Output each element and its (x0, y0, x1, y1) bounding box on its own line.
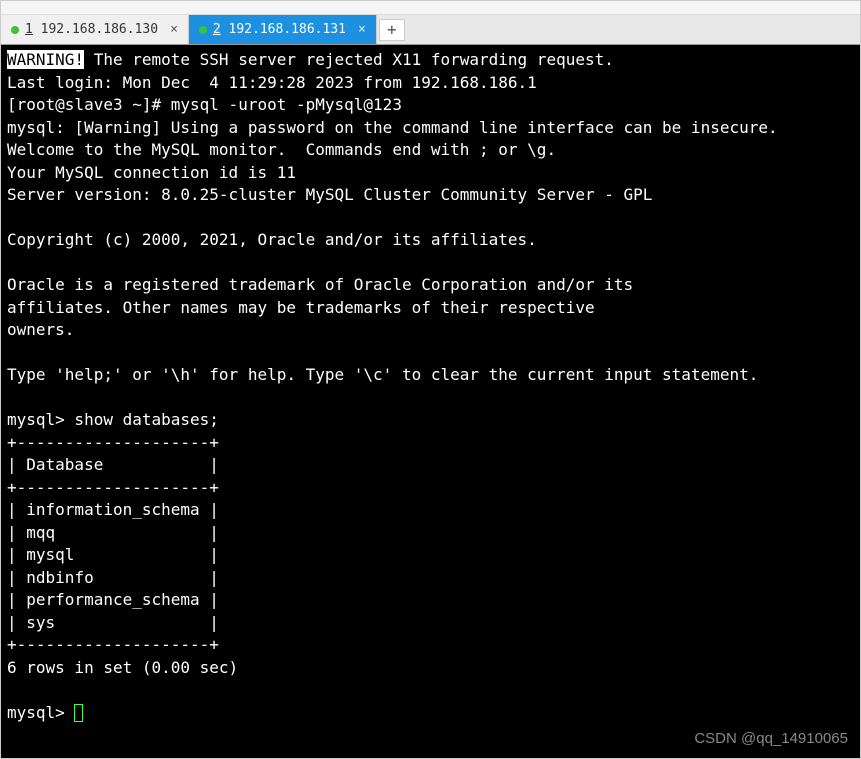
tab-1[interactable]: 1 192.168.186.130 × (1, 15, 189, 44)
table-row: | mqq | (7, 523, 219, 542)
tab-label: 2 192.168.186.131 (213, 22, 346, 37)
table-row: | ndbinfo | (7, 568, 219, 587)
trademark-line: affiliates. Other names may be trademark… (7, 298, 595, 317)
connection-id-line: Your MySQL connection id is 11 (7, 163, 296, 182)
server-version-line: Server version: 8.0.25-cluster MySQL Clu… (7, 185, 652, 204)
table-header: | Database | (7, 455, 219, 474)
mysql-prompt: mysql> (7, 703, 74, 722)
table-row: | mysql | (7, 545, 219, 564)
table-border: +--------------------+ (7, 635, 219, 654)
trademark-line: owners. (7, 320, 74, 339)
close-icon[interactable]: × (170, 22, 178, 37)
table-row: | performance_schema | (7, 590, 219, 609)
warning-text: The remote SSH server rejected X11 forwa… (84, 50, 614, 69)
table-row: | information_schema | (7, 500, 219, 519)
trademark-line: Oracle is a registered trademark of Orac… (7, 275, 633, 294)
result-summary: 6 rows in set (0.00 sec) (7, 658, 238, 677)
terminal-window: 1 192.168.186.130 × 2 192.168.186.131 × … (0, 0, 861, 759)
status-dot-icon (199, 26, 207, 34)
terminal-output[interactable]: WARNING! The remote SSH server rejected … (1, 45, 860, 758)
table-row: | sys | (7, 613, 219, 632)
mysql-warning-line: mysql: [Warning] Using a password on the… (7, 118, 778, 137)
copyright-line: Copyright (c) 2000, 2021, Oracle and/or … (7, 230, 537, 249)
table-border: +--------------------+ (7, 433, 219, 452)
cursor-icon (74, 704, 83, 722)
shell-prompt-line: [root@slave3 ~]# mysql -uroot -pMysql@12… (7, 95, 402, 114)
table-border: +--------------------+ (7, 478, 219, 497)
status-dot-icon (11, 26, 19, 34)
tab-label: 1 192.168.186.130 (25, 22, 158, 37)
close-icon[interactable]: × (358, 22, 366, 37)
tab-2[interactable]: 2 192.168.186.131 × (189, 15, 377, 44)
add-tab-button[interactable]: + (379, 19, 405, 41)
mysql-query-line: mysql> show databases; (7, 410, 219, 429)
window-toolbar (1, 1, 860, 15)
welcome-line: Welcome to the MySQL monitor. Commands e… (7, 140, 556, 159)
warning-badge: WARNING! (7, 50, 84, 69)
last-login-line: Last login: Mon Dec 4 11:29:28 2023 from… (7, 73, 537, 92)
help-line: Type 'help;' or '\h' for help. Type '\c'… (7, 365, 758, 384)
tab-bar: 1 192.168.186.130 × 2 192.168.186.131 × … (1, 15, 860, 45)
watermark: CSDN @qq_14910065 (694, 728, 848, 751)
